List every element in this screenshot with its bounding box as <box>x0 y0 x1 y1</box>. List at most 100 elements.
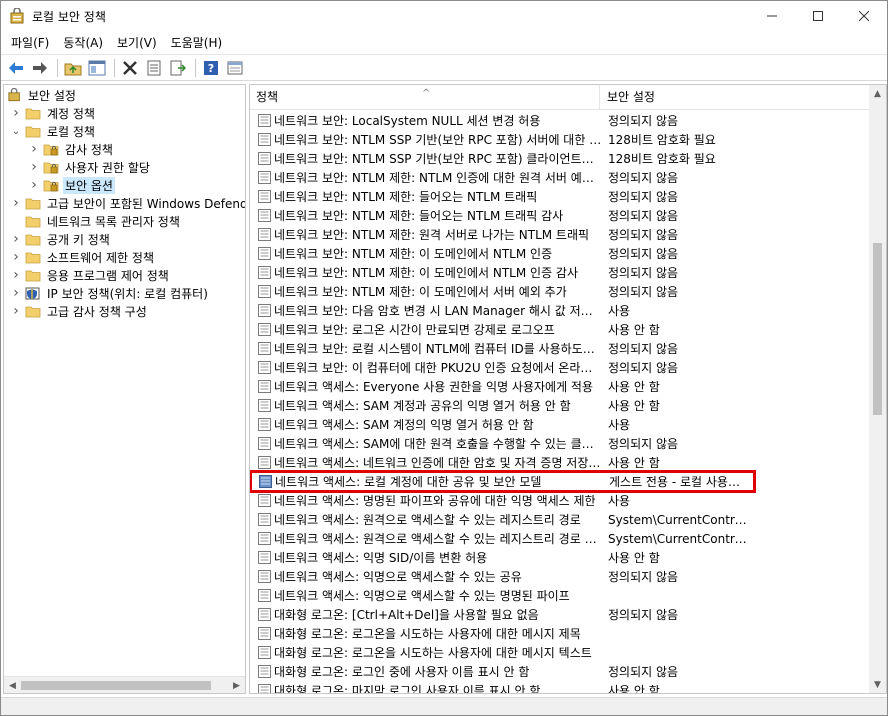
tree-item[interactable]: › 사용자 권한 할당 <box>28 158 152 176</box>
expand-chevron-icon[interactable]: › <box>10 231 22 247</box>
column-header-setting[interactable]: 보안 설정 <box>601 85 870 110</box>
security-setting-value: 정의되지 않음 <box>608 361 679 375</box>
maximize-button[interactable] <box>795 1 841 31</box>
tree-item[interactable]: › 고급 감사 정책 구성 <box>10 302 149 320</box>
tree-item[interactable]: › 감사 정책 <box>28 140 115 158</box>
security-setting-value: 사용 <box>608 304 631 318</box>
policy-row[interactable]: 네트워크 보안: NTLM 제한: 이 도메인에서 NTLM 인증 정의되지 않음 <box>250 244 870 263</box>
expand-chevron-icon[interactable]: › <box>28 159 40 175</box>
policy-row[interactable]: 네트워크 보안: NTLM 제한: 이 도메인에서 서버 예외 추가 정의되지 않… <box>250 282 870 301</box>
list-scroll-thumb[interactable] <box>873 243 882 415</box>
policy-row[interactable]: 네트워크 보안: NTLM SSP 기반(보안 RPC 포함) 서버에 대한 최… <box>250 130 870 149</box>
expand-chevron-icon[interactable]: › <box>28 141 40 157</box>
policy-row[interactable]: 네트워크 보안: LocalSystem NULL 세션 변경 허용 정의되지 않… <box>250 111 870 130</box>
policy-row[interactable]: 네트워크 액세스: 익명으로 액세스할 수 있는 명명된 파이프 <box>250 586 870 605</box>
policy-row[interactable]: 네트워크 액세스: 원격으로 액세스할 수 있는 레지스트리 경로 System\… <box>250 510 870 529</box>
policy-setting-icon <box>258 532 271 545</box>
close-button[interactable] <box>841 1 887 31</box>
policy-row[interactable]: 대화형 로그온: 로그온을 시도하는 사용자에 대한 메시지 텍스트 <box>250 643 870 662</box>
policy-row[interactable]: 대화형 로그온: 로그인 중에 사용자 이름 표시 안 함 정의되지 않음 <box>250 662 870 681</box>
expand-chevron-icon[interactable]: › <box>10 249 22 265</box>
tree-item[interactable]: › 계정 정책 <box>10 104 97 122</box>
policy-row[interactable]: 네트워크 액세스: 원격으로 액세스할 수 있는 레지스트리 경로 및 하위 경… <box>250 529 870 548</box>
collapse-chevron-icon[interactable]: ⌄ <box>10 125 22 137</box>
delete-button[interactable] <box>119 57 141 79</box>
policy-name: 네트워크 액세스: 원격으로 액세스할 수 있는 레지스트리 경로 <box>274 513 581 527</box>
expand-chevron-icon[interactable]: › <box>10 303 22 319</box>
security-policy-app-icon <box>10 8 24 24</box>
policy-row[interactable]: 네트워크 액세스: SAM에 대한 원격 호출을 수행할 수 있는 클라이언트 … <box>250 434 870 453</box>
policy-setting-icon <box>258 266 271 279</box>
tree-scroll-thumb[interactable] <box>21 681 211 690</box>
tree-item[interactable]: › 고급 보안이 포함된 Windows Defender <box>10 194 245 212</box>
scroll-right-icon[interactable]: ▶ <box>228 677 245 693</box>
tree-item[interactable]: 네트워크 목록 관리자 정책 <box>10 212 182 230</box>
policy-name: 네트워크 보안: 로그온 시간이 만료되면 강제로 로그오프 <box>274 323 555 337</box>
tree-item[interactable]: › IP 보안 정책(위치: 로컬 컴퓨터) <box>10 284 210 302</box>
policy-setting-icon <box>258 437 271 450</box>
policy-row[interactable]: 네트워크 보안: 이 컴퓨터에 대한 PKU2U 인증 요청에서 온라인 ID를… <box>250 358 870 377</box>
policy-row[interactable]: 네트워크 보안: 다음 암호 변경 시 LAN Manager 해시 값 저장 … <box>250 301 870 320</box>
policy-row[interactable]: 네트워크 보안: NTLM 제한: 원격 서버로 나가는 NTLM 트래픽 정의되… <box>250 225 870 244</box>
help-button[interactable]: ? <box>200 57 222 79</box>
policy-row[interactable]: 네트워크 보안: 로그온 시간이 만료되면 강제로 로그오프 사용 안 함 <box>250 320 870 339</box>
policy-row[interactable]: 네트워크 보안: NTLM 제한: NTLM 인증에 대한 원격 서버 예외 추… <box>250 168 870 187</box>
tree-item[interactable]: ⌄ 로컬 정책 <box>10 122 97 140</box>
policy-row[interactable]: 네트워크 액세스: 익명으로 액세스할 수 있는 공유 정의되지 않음 <box>250 567 870 586</box>
policy-row[interactable]: 네트워크 액세스: Everyone 사용 권한을 익명 사용자에게 적용 사용 … <box>250 377 870 396</box>
policy-row[interactable]: 네트워크 보안: NTLM 제한: 들어오는 NTLM 트래픽 정의되지 않음 <box>250 187 870 206</box>
policy-row[interactable]: 네트워크 보안: NTLM 제한: 이 도메인에서 NTLM 인증 감사 정의되지… <box>250 263 870 282</box>
expand-chevron-icon[interactable]: › <box>10 195 22 211</box>
policy-row[interactable]: 네트워크 액세스: 네트워크 인증에 대한 암호 및 자격 증명 저장 허용 안… <box>250 453 870 472</box>
policy-row[interactable]: 네트워크 액세스: 로컬 계정에 대한 공유 및 보안 모델 게스트 전용 - 로… <box>250 470 756 493</box>
policy-setting-icon <box>258 589 271 602</box>
policy-row[interactable]: 대화형 로그온: 마지막 로그인 사용자 이름 표시 안 함 사용 안 함 <box>250 681 870 693</box>
column-header-policy[interactable]: 정책 ^ <box>250 85 600 110</box>
up-one-level-button[interactable] <box>62 57 84 79</box>
policy-name: 네트워크 보안: NTLM 제한: 이 도메인에서 서버 예외 추가 <box>274 285 567 299</box>
policy-row[interactable]: 대화형 로그온: [Ctrl+Alt+Del]을 사용할 필요 없음 정의되지 않… <box>250 605 870 624</box>
tree-item[interactable]: › 공개 키 정책 <box>10 230 112 248</box>
scroll-left-icon[interactable]: ◀ <box>4 677 21 693</box>
policy-row[interactable]: 네트워크 액세스: 명명된 파이프와 공유에 대한 익명 액세스 제한 사용 <box>250 491 870 510</box>
policy-setting-icon <box>258 627 271 640</box>
properties-button[interactable] <box>143 57 165 79</box>
menu-help[interactable]: 도움말(H) <box>165 32 229 53</box>
policy-row[interactable]: 네트워크 액세스: SAM 계정의 익명 열거 허용 안 함 사용 <box>250 415 870 434</box>
navigation-tree: 보안 설정 › 계정 정책 ⌄ 로컬 정책 › 감사 정책 › 사용자 권한 할당 › 보안 옵션… <box>3 84 246 694</box>
export-list-button[interactable] <box>167 57 189 79</box>
forward-button[interactable] <box>29 57 51 79</box>
back-button[interactable] <box>5 57 27 79</box>
expand-chevron-icon[interactable]: › <box>10 285 22 301</box>
tree-item[interactable]: › 소프트웨어 제한 정책 <box>10 248 156 266</box>
expand-chevron-icon[interactable]: › <box>10 267 22 283</box>
policy-setting-icon <box>258 418 271 431</box>
tree-horizontal-scrollbar[interactable]: ◀ ▶ <box>4 676 245 693</box>
list-vertical-scrollbar[interactable]: ▲ ▼ <box>869 85 886 693</box>
policy-row[interactable]: 네트워크 보안: NTLM 제한: 들어오는 NTLM 트래픽 감사 정의되지 않… <box>250 206 870 225</box>
menu-file[interactable]: 파일(F) <box>5 32 55 53</box>
policy-setting-icon <box>258 342 271 355</box>
tree-root-security-settings[interactable]: 보안 설정 <box>8 86 78 104</box>
show-hide-tree-button[interactable] <box>86 57 108 79</box>
policy-name: 네트워크 보안: NTLM SSP 기반(보안 RPC 포함) 서버에 대한 최… <box>274 133 602 147</box>
scroll-down-icon[interactable]: ▼ <box>869 676 886 693</box>
tree-item[interactable]: › 보안 옵션 <box>28 176 115 194</box>
view-icon <box>227 61 243 74</box>
view-button[interactable] <box>224 57 246 79</box>
expand-chevron-icon[interactable]: › <box>28 177 40 193</box>
policy-row[interactable]: 네트워크 액세스: SAM 계정과 공유의 익명 열거 허용 안 함 사용 안 함 <box>250 396 870 415</box>
minimize-button[interactable] <box>749 1 795 31</box>
policy-row[interactable]: 네트워크 액세스: 익명 SID/이름 변환 허용 사용 안 함 <box>250 548 870 567</box>
policy-row[interactable]: 네트워크 보안: 로컬 시스템이 NTLM에 컴퓨터 ID를 사용하도록 허용 정… <box>250 339 870 358</box>
tree-item[interactable]: › 응용 프로그램 제어 정책 <box>10 266 171 284</box>
menu-view[interactable]: 보기(V) <box>111 32 163 53</box>
scroll-up-icon[interactable]: ▲ <box>869 85 886 102</box>
policy-row[interactable]: 네트워크 보안: NTLM SSP 기반(보안 RPC 포함) 클라이언트에 대… <box>250 149 870 168</box>
policy-setting-icon <box>258 456 271 469</box>
locked-folder-icon <box>43 144 59 155</box>
policy-row[interactable]: 대화형 로그온: 로그온을 시도하는 사용자에 대한 메시지 제목 <box>250 624 870 643</box>
toolbar-separator <box>195 58 196 77</box>
expand-chevron-icon[interactable]: › <box>10 105 22 121</box>
menu-action[interactable]: 동작(A) <box>57 32 109 53</box>
